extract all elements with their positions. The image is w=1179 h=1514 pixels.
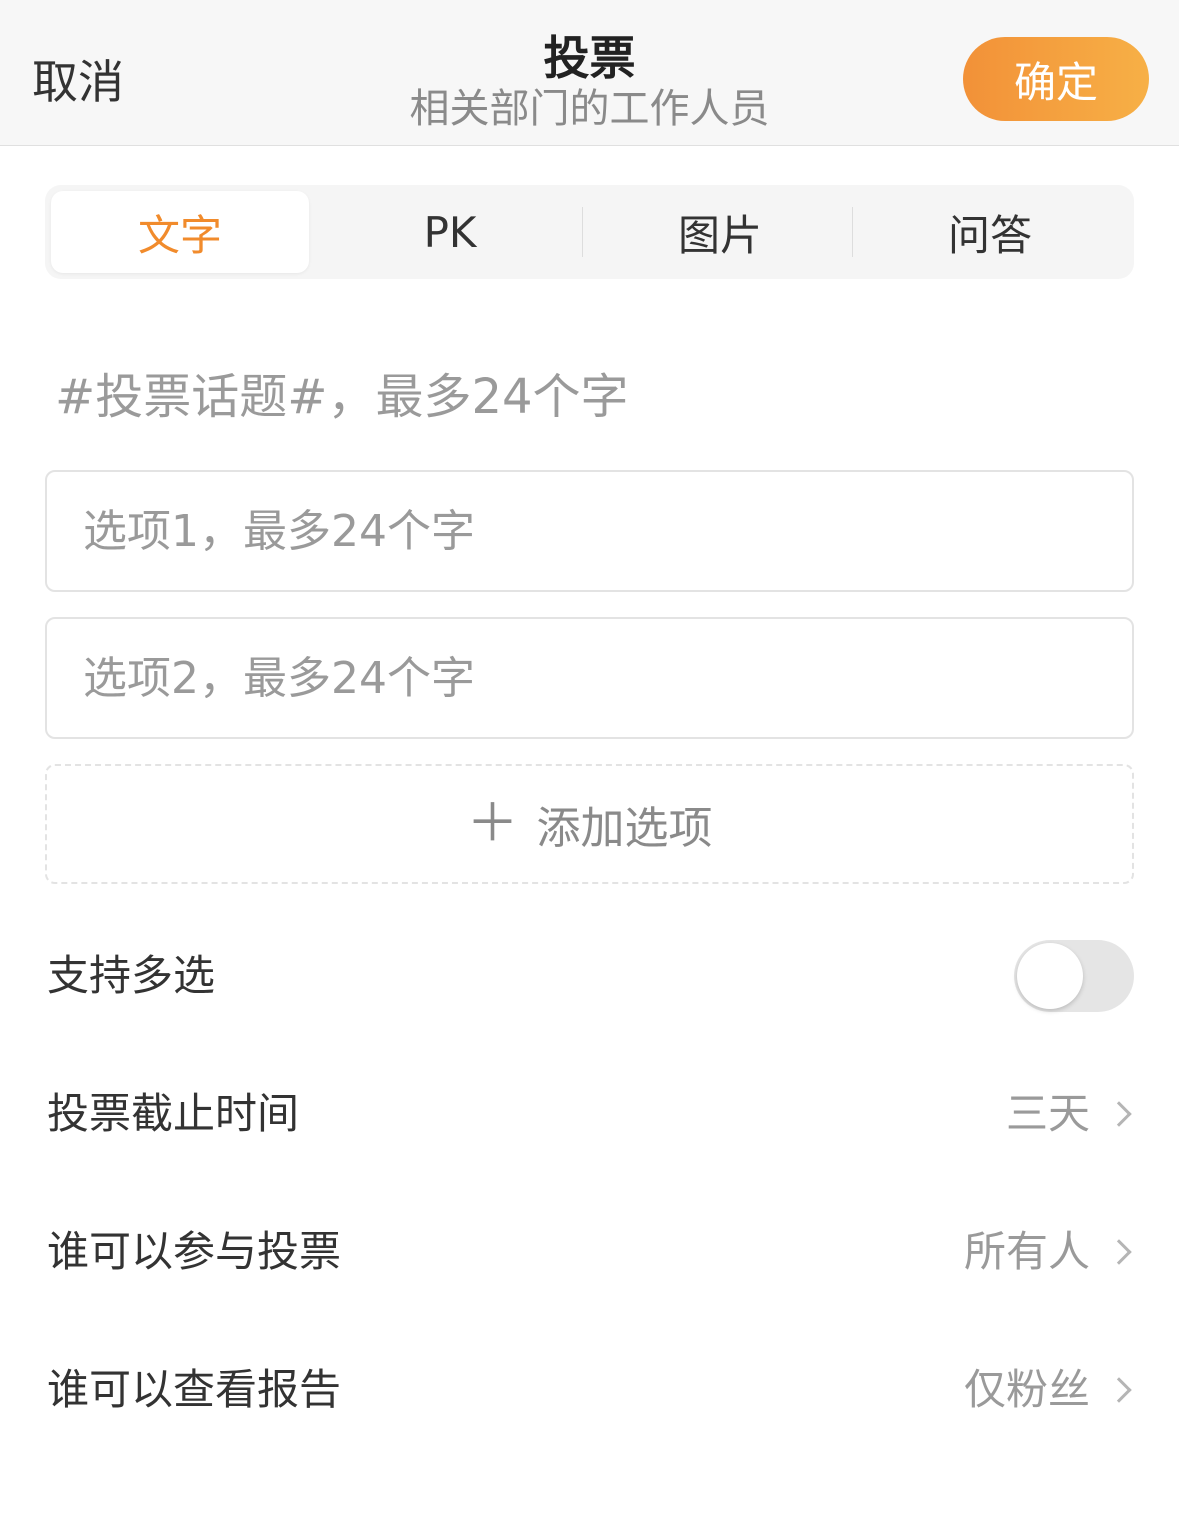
option-1-field bbox=[45, 470, 1134, 592]
who-can-vote-selector[interactable]: 所有人 bbox=[964, 1222, 1134, 1282]
chevron-right-icon bbox=[1106, 1101, 1132, 1127]
who-can-view-report-value: 仅粉丝 bbox=[963, 1365, 1090, 1414]
deadline-selector[interactable]: 三天 bbox=[1006, 1084, 1134, 1144]
who-can-view-report-selector[interactable]: 仅粉丝 bbox=[964, 1360, 1134, 1420]
who-can-vote-label: 谁可以参与投票 bbox=[47, 1227, 342, 1276]
topic-input[interactable] bbox=[55, 365, 1135, 429]
multi-select-toggle[interactable] bbox=[1014, 940, 1134, 1012]
plus-icon: ＋ bbox=[466, 794, 519, 854]
multi-select-label: 支持多选 bbox=[47, 951, 216, 1000]
header-bar: 取消 投票 相关部门的工作人员 确定 bbox=[0, 0, 1179, 146]
toggle-knob bbox=[1017, 943, 1083, 1009]
deadline-value: 三天 bbox=[1005, 1089, 1090, 1138]
tab-divider bbox=[582, 207, 583, 257]
option-1-input[interactable] bbox=[83, 472, 1083, 590]
tab-qa[interactable]: 问答 bbox=[861, 191, 1119, 273]
chevron-right-icon bbox=[1106, 1239, 1132, 1265]
option-2-input[interactable] bbox=[83, 619, 1083, 737]
option-2-field bbox=[45, 617, 1134, 739]
add-option-label: 添加选项 bbox=[536, 803, 713, 854]
tab-text[interactable]: 文字 bbox=[51, 191, 309, 273]
chevron-right-icon bbox=[1106, 1377, 1132, 1403]
deadline-label: 投票截止时间 bbox=[47, 1089, 300, 1138]
confirm-button[interactable]: 确定 bbox=[963, 37, 1149, 121]
who-can-vote-value: 所有人 bbox=[963, 1227, 1090, 1276]
vote-type-tabs: 文字 PK 图片 问答 bbox=[45, 185, 1134, 279]
tab-divider bbox=[852, 207, 853, 257]
add-option-button[interactable]: ＋ 添加选项 bbox=[45, 764, 1134, 884]
who-can-view-report-label: 谁可以查看报告 bbox=[47, 1365, 342, 1414]
tab-image[interactable]: 图片 bbox=[591, 191, 849, 273]
tab-pk[interactable]: PK bbox=[321, 191, 579, 273]
